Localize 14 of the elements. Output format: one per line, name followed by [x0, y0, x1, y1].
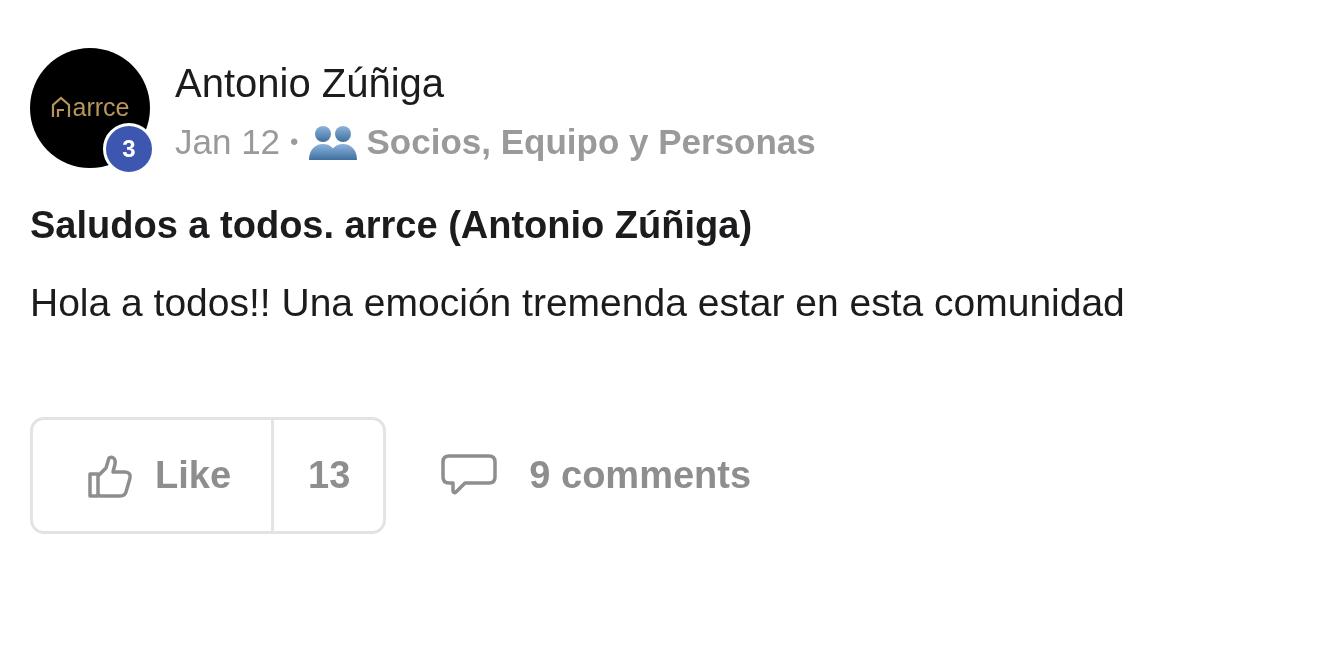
people-icon: [308, 124, 357, 160]
author-name[interactable]: Antonio Zúñiga: [175, 58, 816, 108]
audience-label[interactable]: Socios, Equipo y Personas: [366, 122, 816, 162]
comments-button[interactable]: 9 comments: [441, 452, 752, 499]
post-date: Jan 12: [175, 122, 281, 162]
house-icon: [50, 96, 71, 118]
like-count: 13: [307, 453, 352, 498]
like-button[interactable]: Like: [33, 420, 275, 531]
logo-text: arrce: [72, 94, 130, 120]
thumbs-up-icon: [87, 453, 133, 498]
separator: •: [290, 128, 299, 156]
post-body: Hola a todos!! Una emoción tremenda estar en esta comunidad: [30, 280, 1126, 326]
post-title: Saludos a todos. arrce (Antonio Zúñiga): [30, 204, 754, 247]
level-badge: 3: [103, 123, 155, 175]
